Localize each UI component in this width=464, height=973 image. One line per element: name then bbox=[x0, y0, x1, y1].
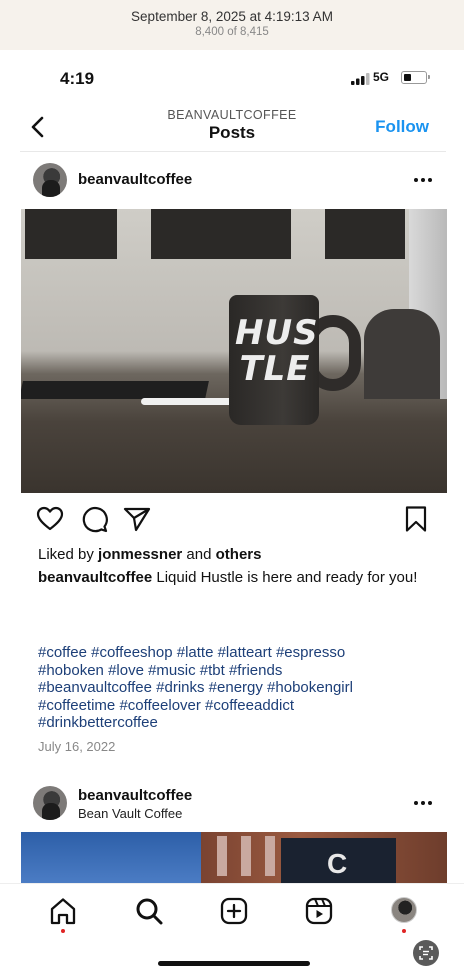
post-actions bbox=[0, 505, 464, 535]
photo-count: 8,400 of 8,415 bbox=[195, 26, 269, 38]
avatar[interactable] bbox=[33, 786, 67, 820]
hashtags: #coffee #coffeeshop #latte #latteart #es… bbox=[38, 644, 438, 732]
next-post-subtitle[interactable]: Bean Vault Coffee bbox=[78, 806, 182, 821]
window-shape bbox=[241, 836, 251, 876]
nav-bar: BEANVAULTCOFFEE Posts Follow bbox=[0, 105, 464, 153]
next-post-header: beanvaultcoffee Bean Vault Coffee bbox=[0, 783, 464, 827]
post-image[interactable]: HUS TLE bbox=[21, 209, 447, 493]
liked-by-and: and bbox=[186, 546, 212, 563]
next-post-username[interactable]: beanvaultcoffee bbox=[78, 787, 192, 804]
network-label: 5G bbox=[373, 70, 390, 84]
liked-by-others[interactable]: others bbox=[216, 546, 262, 563]
live-text-icon[interactable] bbox=[413, 940, 439, 966]
home-icon[interactable] bbox=[48, 896, 78, 926]
post-caption: beanvaultcoffee Liquid Hustle is here an… bbox=[38, 568, 428, 588]
photos-app-header: September 8, 2025 at 4:19:13 AM 8,400 of… bbox=[0, 0, 464, 50]
home-indicator bbox=[158, 961, 310, 966]
hashtag-line[interactable]: #beanvaultcoffee #drinks #energy #hoboke… bbox=[38, 679, 438, 697]
liked-by-prefix: Liked by bbox=[38, 546, 94, 563]
tab-bar bbox=[0, 883, 464, 973]
chevron-left-icon[interactable] bbox=[26, 113, 50, 141]
photo-date: September 8, 2025 at 4:19:13 AM bbox=[131, 9, 333, 24]
battery-nub bbox=[428, 75, 430, 79]
avatar[interactable] bbox=[33, 163, 67, 197]
plus-square-icon[interactable] bbox=[219, 896, 249, 926]
shop-sign: C bbox=[281, 838, 396, 883]
sign-lettering: C bbox=[327, 848, 348, 879]
post-date: July 16, 2022 bbox=[38, 739, 116, 754]
hashtag-line[interactable]: #coffee #coffeeshop #latte #latteart #es… bbox=[38, 644, 438, 662]
search-icon[interactable] bbox=[134, 896, 164, 926]
post-header: beanvaultcoffee bbox=[0, 158, 464, 202]
status-bar: 4:19 5G bbox=[0, 50, 464, 105]
lamp-shape bbox=[364, 309, 440, 399]
wall-frame bbox=[25, 209, 117, 259]
window-shape bbox=[265, 836, 275, 876]
hashtag-line[interactable]: #drinkbettercoffee bbox=[38, 714, 438, 732]
send-icon[interactable] bbox=[123, 505, 151, 533]
comment-icon[interactable] bbox=[80, 505, 108, 533]
home-notification-dot bbox=[61, 929, 65, 933]
tablet-shape bbox=[21, 381, 209, 399]
battery-icon bbox=[401, 71, 430, 84]
more-horizontal-icon[interactable] bbox=[412, 799, 434, 807]
profile-notification-dot bbox=[402, 929, 406, 933]
signal-icon bbox=[351, 73, 370, 85]
follow-button[interactable]: Follow bbox=[375, 117, 429, 137]
more-horizontal-icon[interactable] bbox=[412, 176, 434, 184]
battery-fill bbox=[403, 73, 411, 81]
wall-frame bbox=[151, 209, 291, 259]
live-text-glyph bbox=[419, 946, 433, 960]
heart-icon[interactable] bbox=[36, 505, 64, 533]
phone-screen: 4:19 5G BEANVAULTCOFFEE Posts Follow bea… bbox=[0, 50, 464, 973]
reels-icon[interactable] bbox=[304, 896, 334, 926]
caption-text: Liquid Hustle is here and ready for you! bbox=[156, 569, 418, 586]
nav-divider bbox=[20, 151, 446, 152]
bookmark-icon[interactable] bbox=[402, 505, 430, 533]
profile-tab-avatar[interactable] bbox=[391, 897, 417, 923]
likes-line: Liked by jonmessner and others bbox=[38, 546, 261, 563]
caption-username[interactable]: beanvaultcoffee bbox=[38, 569, 152, 586]
mug-lettering: HUS TLE bbox=[235, 313, 319, 389]
liked-by-user[interactable]: jonmessner bbox=[98, 546, 182, 563]
post-username[interactable]: beanvaultcoffee bbox=[78, 171, 192, 188]
status-time: 4:19 bbox=[60, 69, 95, 88]
window-shape bbox=[217, 836, 227, 876]
wall-frame bbox=[325, 209, 405, 259]
hashtag-line[interactable]: #coffeetime #coffeelover #coffeeaddict bbox=[38, 697, 438, 715]
next-post-image[interactable]: C bbox=[21, 832, 447, 883]
hashtag-line[interactable]: #hoboken #love #music #tbt #friends bbox=[38, 662, 438, 680]
